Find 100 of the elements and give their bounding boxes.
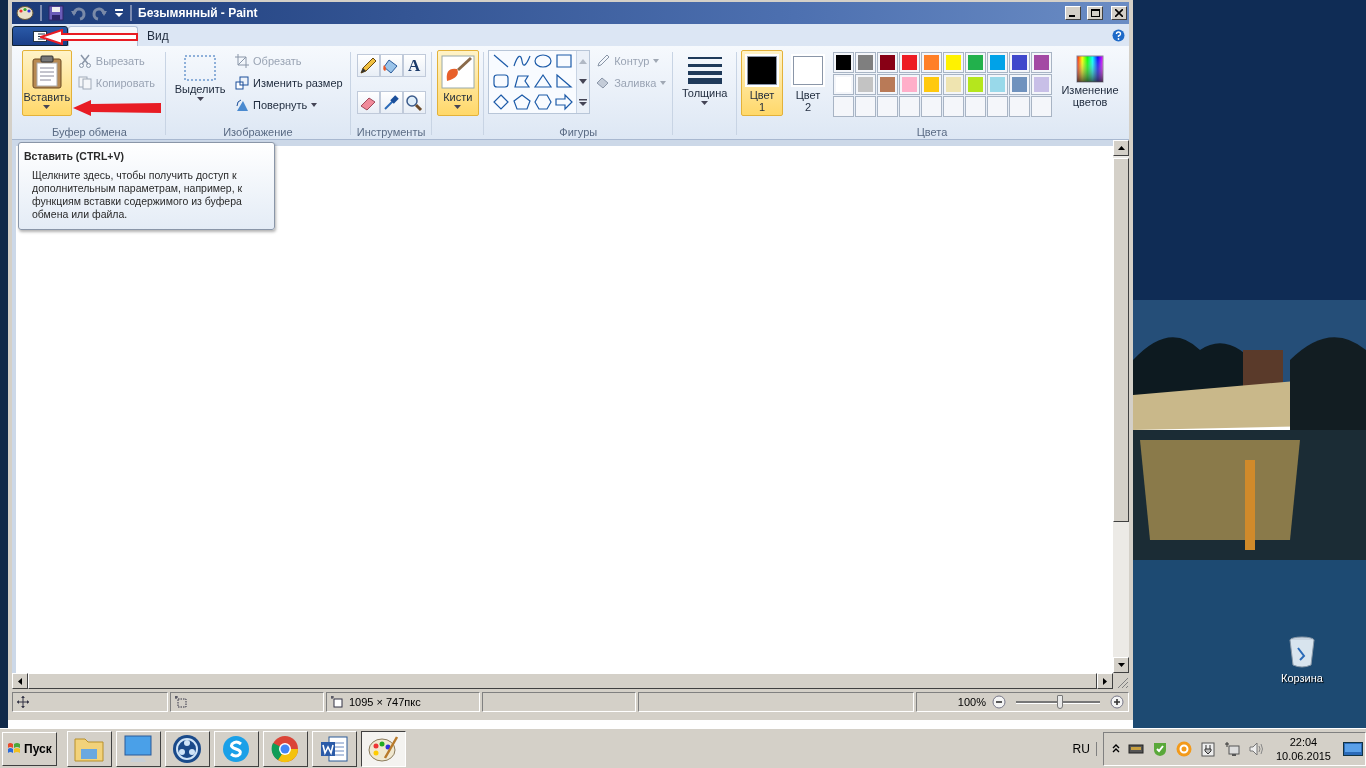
pencil-tool[interactable] [356,54,380,77]
maximize-icon [1090,9,1100,17]
selection-icon [184,55,217,81]
eraser-tool[interactable] [356,91,380,114]
left-arrow-icon [18,677,22,685]
close-button[interactable] [1111,6,1127,20]
hexagon-icon[interactable] [533,92,554,111]
color-picker-tool[interactable] [379,91,403,114]
language-indicator[interactable]: RU [1066,741,1097,756]
plus-icon [1110,695,1124,709]
scroll-left-button[interactable] [12,673,28,689]
caret-icon [660,81,667,85]
monitor-icon [122,733,155,764]
right-triangle-icon[interactable] [554,72,575,91]
canvas-size-icon [331,696,343,708]
rectangle-icon[interactable] [554,52,575,70]
close-icon [1115,9,1123,17]
clock-time[interactable]: 22:04 [1289,734,1318,749]
copy-icon [77,76,92,90]
document-icon [319,733,350,764]
up-arrow-icon [1117,146,1125,150]
drive-icon[interactable] [1127,742,1144,755]
text-tool[interactable]: A [402,54,426,77]
palette-icon[interactable] [16,5,34,21]
caret-icon [43,105,51,109]
group-label: Буфер обмена [52,125,127,139]
eyedropper-icon [382,93,401,112]
scroll-down-button[interactable] [1113,657,1129,673]
zoom-slider-thumb[interactable] [1056,695,1063,709]
oval-icon[interactable] [533,52,554,70]
rotate-icon [235,98,250,112]
zoom-level: 100% [957,696,986,708]
resize-icon [235,76,250,90]
film-reel-icon [172,733,203,764]
scroll-down-icon[interactable] [579,78,588,84]
group-label: Фигуры [559,125,598,139]
minus-icon [992,695,1006,709]
network-icon[interactable] [1223,740,1240,757]
expand-icon[interactable] [579,98,588,106]
window-title: Безымянный - Paint [138,6,258,20]
speaker-icon[interactable] [1247,740,1264,757]
move-cursor-icon [17,696,29,708]
scrollbar-thumb[interactable] [28,673,1097,689]
scrollbar-thumb[interactable] [1113,158,1129,522]
dropdown-icon[interactable] [114,8,124,18]
caret-icon [196,97,204,101]
paint-bucket-icon [596,76,611,90]
caret-icon [311,103,318,107]
start-button[interactable]: Пуск [2,731,57,766]
selection-size-icon [175,696,187,708]
zoom-out-button[interactable] [992,695,1006,709]
chevron-icon[interactable] [1111,744,1120,753]
show-desktop-icon[interactable] [1343,741,1363,756]
power-plug-icon[interactable] [1199,740,1216,757]
minimize-button[interactable] [1065,6,1081,20]
group-label: Цвета [916,125,948,139]
resize-button[interactable]: Изменить размер [233,74,345,92]
taskbar-app[interactable] [360,730,406,767]
group-label: Изображение [223,125,293,139]
undo-icon[interactable] [70,5,86,21]
browser-icon [270,733,301,764]
brushes-button[interactable]: Кисти [436,50,479,116]
group-label: Инструменты [356,125,426,139]
help-icon[interactable] [1112,29,1125,42]
scissors-icon [77,54,92,68]
scroll-right-button[interactable] [1097,673,1113,689]
shield-check-icon[interactable] [1151,740,1168,757]
redo-icon[interactable] [92,5,108,21]
rotate-button[interactable]: Повернуть [233,96,345,114]
windows-flag-icon [7,742,21,755]
triangle-icon[interactable] [533,72,554,91]
chat-icon [221,733,252,764]
pentagon-icon[interactable] [512,92,533,111]
brush-icon [440,55,475,89]
right-arrow-icon [1103,677,1107,685]
maximize-button[interactable] [1087,6,1103,20]
save-icon[interactable] [48,5,64,21]
tooltip-title: Вставить (CTRL+V) [24,150,125,162]
select-button[interactable]: Выделить [171,50,230,116]
magnifier-tool[interactable] [402,91,426,114]
pencil-icon [596,54,611,68]
size-grip[interactable] [1113,673,1129,689]
caret-icon [701,101,709,105]
edit-colors-button[interactable]: Изменение цветов [1057,50,1124,116]
clock-date[interactable]: 10.06.2015 [1275,748,1331,763]
zoom-in-button[interactable] [1110,695,1124,709]
paste-button[interactable]: Вставить [21,50,72,116]
thickness-button[interactable]: Толщина [677,50,732,116]
ribbon-tab[interactable]: Вид [138,26,178,46]
fill-tool[interactable] [379,54,403,77]
crop-icon [235,54,250,68]
polygon-icon[interactable] [512,72,533,91]
color-selector[interactable]: Цвет 1 [741,50,784,116]
color-selector[interactable]: Цвет 2 [787,50,830,116]
caret-icon [653,59,660,63]
pencil-icon [359,56,378,75]
arrow-icon[interactable] [554,92,575,111]
recycle-bin-icon[interactable] [1287,636,1316,668]
desktop-icon-label[interactable]: Корзина [1281,672,1323,684]
scroll-up-button[interactable] [1113,140,1129,156]
